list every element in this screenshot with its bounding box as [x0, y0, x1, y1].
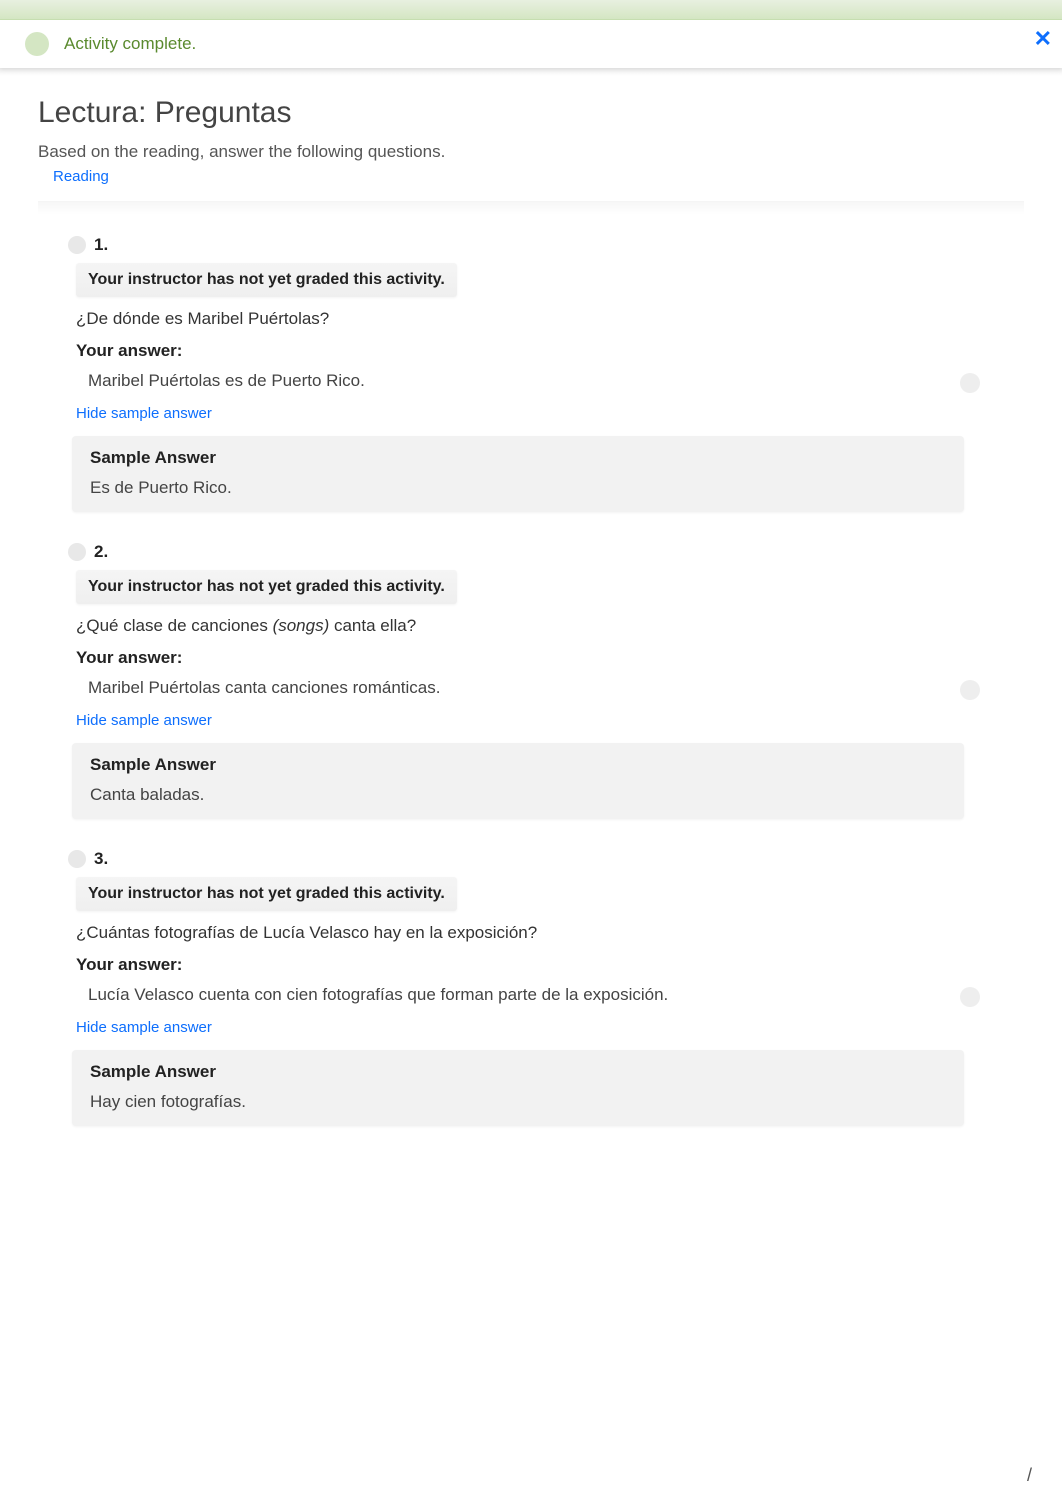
check-icon: [25, 32, 49, 56]
footer-slash: /: [1027, 1465, 1032, 1486]
hide-sample-link[interactable]: Hide sample answer: [76, 712, 212, 729]
question-text-pre: ¿Qué clase de canciones: [76, 616, 273, 635]
divider: [0, 68, 1062, 76]
question-block: 1. Your instructor has not yet graded th…: [68, 235, 1024, 512]
question-number: 1.: [94, 235, 108, 255]
sample-answer-box: Sample Answer Canta baladas.: [72, 743, 964, 819]
your-answer-label: Your answer:: [76, 341, 1024, 361]
question-bullet-icon: [68, 850, 86, 868]
notification-text: Activity complete.: [64, 34, 196, 54]
question-text: ¿Qué clase de canciones (songs) canta el…: [76, 616, 1024, 636]
grade-status: Your instructor has not yet graded this …: [76, 877, 457, 911]
page-title: Lectura: Preguntas: [38, 96, 1024, 130]
question-text-post: canta ella?: [329, 616, 416, 635]
top-accent-bar: [0, 0, 1062, 20]
section-divider: [38, 201, 1024, 215]
your-answer-text: Maribel Puértolas canta canciones románt…: [88, 678, 944, 698]
question-text: ¿Cuántas fotografías de Lucía Velasco ha…: [76, 923, 1024, 943]
sample-answer-text: Es de Puerto Rico.: [90, 478, 946, 498]
question-block: 3. Your instructor has not yet graded th…: [68, 849, 1024, 1126]
answer-row: Maribel Puértolas es de Puerto Rico.: [68, 371, 1024, 391]
question-header: 1.: [68, 235, 1024, 255]
sample-answer-text: Canta baladas.: [90, 785, 946, 805]
sample-answer-text: Hay cien fotografías.: [90, 1092, 946, 1112]
content-area: Lectura: Preguntas Based on the reading,…: [0, 76, 1062, 1126]
question-number: 3.: [94, 849, 108, 869]
hide-sample-link[interactable]: Hide sample answer: [76, 405, 212, 422]
close-icon[interactable]: ✕: [1034, 28, 1052, 50]
question-bullet-icon: [68, 236, 86, 254]
question-text-em: (songs): [273, 616, 330, 635]
your-answer-text: Maribel Puértolas es de Puerto Rico.: [88, 371, 944, 391]
questions-area: 1. Your instructor has not yet graded th…: [38, 215, 1024, 1126]
answer-status-icon: [960, 373, 980, 393]
sample-answer-title: Sample Answer: [90, 448, 946, 468]
question-number: 2.: [94, 542, 108, 562]
hide-sample-link[interactable]: Hide sample answer: [76, 1019, 212, 1036]
grade-status: Your instructor has not yet graded this …: [76, 263, 457, 297]
your-answer-text: Lucía Velasco cuenta con cien fotografía…: [88, 985, 944, 1005]
notification-bar: Activity complete. ✕: [0, 20, 1062, 68]
page-subtitle: Based on the reading, answer the followi…: [38, 142, 1024, 162]
question-header: 3.: [68, 849, 1024, 869]
your-answer-label: Your answer:: [76, 648, 1024, 668]
question-text: ¿De dónde es Maribel Puértolas?: [76, 309, 1024, 329]
reading-link[interactable]: Reading: [53, 168, 109, 185]
your-answer-label: Your answer:: [76, 955, 1024, 975]
sample-answer-title: Sample Answer: [90, 755, 946, 775]
sample-answer-title: Sample Answer: [90, 1062, 946, 1082]
sample-answer-box: Sample Answer Es de Puerto Rico.: [72, 436, 964, 512]
answer-row: Maribel Puértolas canta canciones románt…: [68, 678, 1024, 698]
question-bullet-icon: [68, 543, 86, 561]
sample-answer-box: Sample Answer Hay cien fotografías.: [72, 1050, 964, 1126]
question-header: 2.: [68, 542, 1024, 562]
question-block: 2. Your instructor has not yet graded th…: [68, 542, 1024, 819]
answer-status-icon: [960, 987, 980, 1007]
answer-row: Lucía Velasco cuenta con cien fotografía…: [68, 985, 1024, 1005]
answer-status-icon: [960, 680, 980, 700]
grade-status: Your instructor has not yet graded this …: [76, 570, 457, 604]
